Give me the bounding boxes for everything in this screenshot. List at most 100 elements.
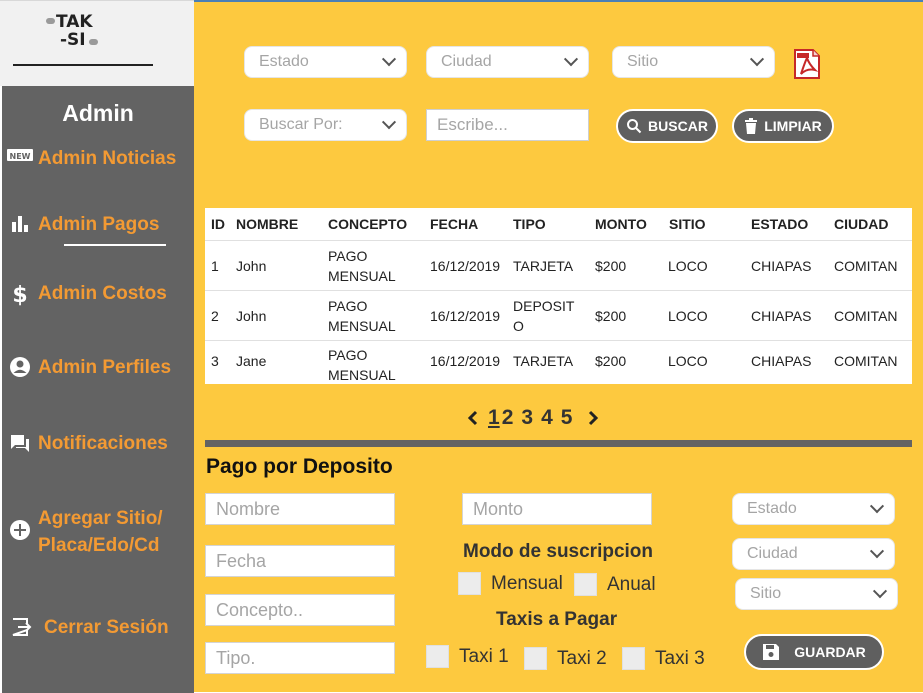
sidebar-item-cerrar-sesion[interactable]: Cerrar Sesión: [2, 614, 194, 641]
select-value: Estado: [747, 500, 797, 517]
sidebar-item-agregar-sitio[interactable]: Agregar Sitio/ Placa/Edo/Cd: [2, 505, 194, 559]
table-row[interactable]: 2 John PAGO MENSUAL 16/12/2019 DEPOSIT O…: [205, 290, 912, 340]
select-value: Buscar Por:: [259, 116, 343, 133]
page-link-4[interactable]: 4: [541, 406, 553, 430]
app-logo[interactable]: TAK -SI: [46, 12, 102, 57]
cell-monto: $200: [595, 257, 627, 274]
taxi-1-option[interactable]: Taxi 1: [426, 645, 509, 668]
column-header: ID: [211, 216, 225, 232]
sidebar-item-label: Admin Perfiles: [38, 357, 172, 378]
page-link-3[interactable]: 3: [521, 406, 533, 430]
search-placeholder: Escribe...: [437, 115, 508, 134]
form-sitio-select[interactable]: Sitio: [735, 578, 898, 610]
account-circle-icon: [2, 354, 38, 378]
form-estado-select[interactable]: Estado: [732, 493, 895, 525]
checkbox[interactable]: [574, 573, 597, 596]
payments-table: ID NOMBRE CONCEPTO FECHA TIPO MONTO SITI…: [205, 208, 912, 384]
column-header: CONCEPTO: [328, 216, 408, 232]
cell-estado: CHIAPAS: [751, 257, 812, 274]
taxi-2-option[interactable]: Taxi 2: [524, 647, 607, 670]
nombre-field[interactable]: Nombre: [205, 493, 395, 525]
cell-fecha: 16/12/2019: [430, 307, 501, 324]
sidebar-item-admin-pagos[interactable]: Admin Pagos: [2, 211, 194, 238]
cell-text: MENSUAL: [328, 367, 396, 383]
monto-field[interactable]: Monto: [462, 493, 652, 525]
buscar-button[interactable]: BUSCAR: [616, 109, 718, 143]
cell-monto: $200: [595, 353, 627, 369]
field-placeholder: Monto: [473, 498, 524, 519]
sidebar-item-admin-perfiles[interactable]: Admin Perfiles: [2, 354, 194, 381]
active-indicator: [64, 244, 166, 246]
cell-nombre: Jane: [236, 353, 267, 369]
limpiar-button[interactable]: LIMPIAR: [732, 109, 834, 143]
anual-option[interactable]: Anual: [574, 573, 656, 596]
checkbox[interactable]: [524, 647, 547, 670]
button-label: GUARDAR: [794, 644, 866, 660]
buscar-por-select[interactable]: Buscar Por:: [244, 109, 407, 141]
ciudad-filter-select[interactable]: Ciudad: [426, 46, 589, 78]
guardar-button[interactable]: GUARDAR: [744, 634, 884, 670]
cell-estado: CHIAPAS: [751, 307, 812, 324]
checkbox[interactable]: [426, 645, 449, 668]
field-placeholder: Concepto..: [216, 599, 304, 620]
main-panel: Estado Ciudad Sitio Buscar Por: Escribe.…: [194, 2, 923, 692]
cell-text: MENSUAL: [328, 317, 396, 334]
cell-sitio: LOCO: [668, 307, 708, 324]
car-icon: [46, 18, 55, 24]
table-row[interactable]: 3 Jane PAGO MENSUAL 16/12/2019 TARJETA $…: [205, 340, 912, 384]
cell-id: 2: [211, 307, 219, 324]
cell-tipo: TARJETA: [513, 353, 574, 369]
chat-bubble-icon: [2, 430, 38, 454]
sidebar-item-admin-costos[interactable]: $ Admin Costos: [2, 280, 194, 307]
sidebar-item-label: Admin Noticias: [38, 148, 177, 169]
select-value: Estado: [259, 53, 309, 70]
chevron-right-icon[interactable]: [586, 409, 600, 427]
sitio-filter-select[interactable]: Sitio: [612, 46, 775, 78]
taxi-3-option[interactable]: Taxi 3: [622, 647, 705, 670]
chevron-down-icon: [563, 52, 579, 67]
column-header: ESTADO: [751, 216, 809, 232]
button-label: LIMPIAR: [764, 118, 822, 134]
search-input[interactable]: Escribe...: [426, 109, 589, 141]
chevron-down-icon: [381, 52, 397, 67]
cell-text: MENSUAL: [328, 267, 396, 284]
sidebar-item-admin-noticias[interactable]: NEW Admin Noticias: [2, 145, 194, 172]
form-ciudad-select[interactable]: Ciudad: [732, 538, 895, 570]
checkbox[interactable]: [622, 647, 645, 670]
section-divider: [205, 440, 912, 447]
mensual-option[interactable]: Mensual: [458, 572, 563, 595]
select-value: Sitio: [627, 53, 659, 70]
cell-text: DEPOSIT: [513, 297, 575, 314]
cell-nombre: John: [236, 257, 267, 274]
chevron-down-icon: [869, 499, 885, 514]
fecha-field[interactable]: Fecha: [205, 545, 395, 577]
trash-icon: [745, 118, 758, 134]
pagination: 1 2 3 4 5: [466, 406, 600, 430]
chevron-down-icon: [381, 115, 397, 130]
sidebar: Admin NEW Admin Noticias Admin Pagos $ A…: [2, 86, 194, 693]
chevron-down-icon: [872, 584, 888, 599]
concepto-field[interactable]: Concepto..: [205, 594, 395, 626]
tipo-field[interactable]: Tipo.: [205, 642, 395, 674]
estado-filter-select[interactable]: Estado: [244, 46, 407, 78]
cell-nombre: John: [236, 307, 267, 324]
column-header: TIPO: [513, 216, 546, 232]
cell-text: O: [513, 317, 524, 334]
checkbox-label: Taxi 1: [459, 645, 509, 667]
pdf-export-icon[interactable]: [791, 48, 823, 80]
page-link-2[interactable]: 2: [502, 406, 514, 430]
page-link-1[interactable]: 1: [488, 406, 500, 430]
sidebar-item-notificaciones[interactable]: Notificaciones: [2, 430, 194, 457]
checkbox[interactable]: [458, 572, 481, 595]
table-row[interactable]: 1 John PAGO MENSUAL 16/12/2019 TARJETA $…: [205, 240, 912, 290]
column-header: CIUDAD: [834, 216, 889, 232]
chevron-left-icon[interactable]: [466, 409, 480, 427]
cell-id: 3: [211, 353, 219, 369]
logo-line-1: TAK: [56, 12, 93, 32]
logo-area: TAK -SI: [0, 0, 194, 86]
page-link-5[interactable]: 5: [561, 406, 573, 430]
sidebar-title: Admin: [62, 100, 134, 126]
cell-concepto: PAGO MENSUAL: [328, 341, 396, 384]
sidebar-item-label: Admin Pagos: [38, 214, 160, 235]
bar-chart-icon: [2, 211, 38, 233]
